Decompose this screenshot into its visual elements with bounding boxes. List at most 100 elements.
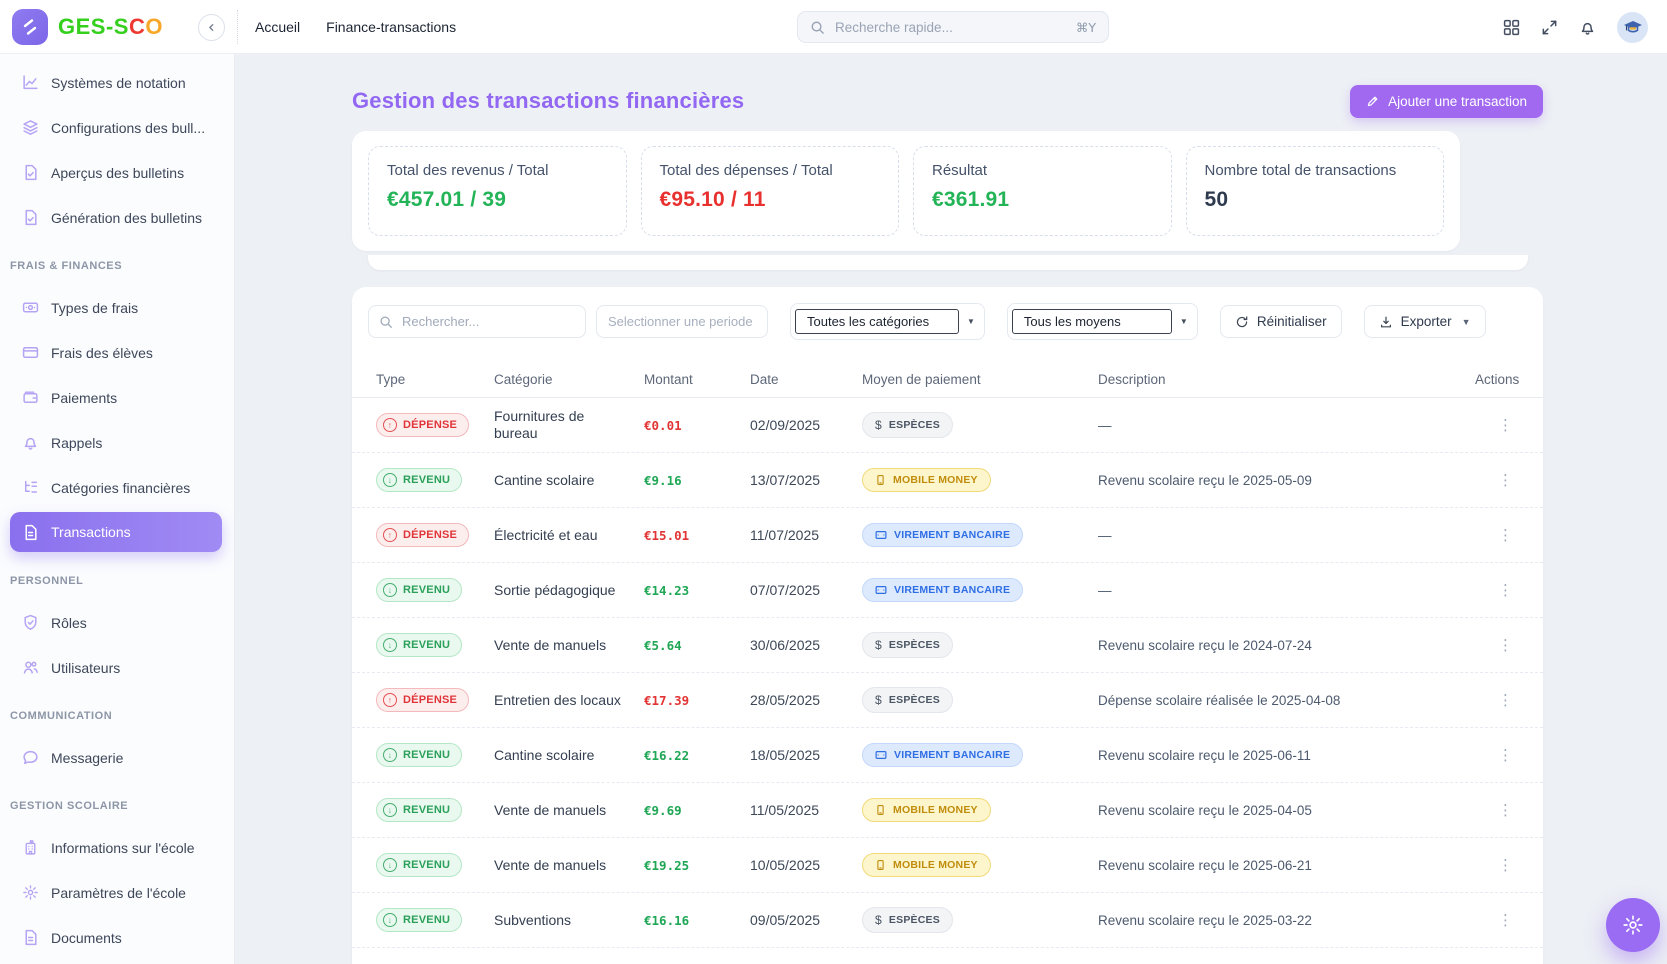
add-transaction-button[interactable]: Ajouter une transaction bbox=[1350, 85, 1543, 118]
notifications-button[interactable] bbox=[1579, 19, 1596, 36]
sidebar-item-generation-des-bulletins[interactable]: Génération des bulletins bbox=[0, 195, 234, 240]
table-search[interactable] bbox=[368, 305, 586, 338]
actions-cell: ⋮ bbox=[1475, 911, 1519, 930]
file-text-icon bbox=[22, 929, 39, 946]
sidebar-item-informations-ecole[interactable]: Informations sur l'école bbox=[0, 825, 234, 870]
actions-cell: ⋮ bbox=[1475, 856, 1519, 875]
period-input[interactable] bbox=[596, 305, 768, 338]
stat-card-resultat: Résultat €361.91 bbox=[913, 146, 1172, 236]
column-moyen: Moyen de paiement bbox=[862, 372, 1098, 387]
sidebar-item-messagerie[interactable]: Messagerie bbox=[0, 735, 234, 780]
sidebar-item-rappels[interactable]: Rappels bbox=[0, 420, 234, 465]
sidebar-collapse-button[interactable] bbox=[198, 14, 225, 41]
sidebar-item-systemes-de-notation[interactable]: Systèmes de notation bbox=[0, 60, 234, 105]
description-cell: Dépense scolaire réalisée le 2025-04-08 bbox=[1098, 693, 1475, 708]
type-arrow-icon: ↑↓ bbox=[383, 418, 397, 432]
amount-cell: €9.69 bbox=[644, 803, 750, 818]
search-icon bbox=[810, 20, 825, 35]
actions-cell: ⋮ bbox=[1475, 471, 1519, 490]
stat-card-depenses: Total des dépenses / Total €95.10 / 11 bbox=[641, 146, 900, 236]
type-arrow-icon: ↑↓ bbox=[383, 913, 397, 927]
bank-card-icon bbox=[875, 749, 887, 761]
sidebar-item-documents[interactable]: Documents bbox=[0, 915, 234, 960]
date-cell: 11/05/2025 bbox=[750, 802, 862, 818]
sidebar-item-utilisateurs[interactable]: Utilisateurs bbox=[0, 645, 234, 690]
sidebar-item-types-de-frais[interactable]: Types de frais bbox=[0, 285, 234, 330]
sidebar-item-transactions[interactable]: Transactions bbox=[10, 512, 222, 552]
date-cell: 09/05/2025 bbox=[750, 912, 862, 928]
list-tree-icon bbox=[22, 479, 39, 496]
reset-filters-button[interactable]: Réinitialiser bbox=[1220, 305, 1342, 338]
global-search[interactable]: ⌘Y bbox=[797, 11, 1109, 43]
table-row: ↑↓ REVENU Cantine scolaire €16.22 18/05/… bbox=[352, 728, 1543, 783]
export-button[interactable]: Exporter ▼ bbox=[1364, 305, 1486, 338]
column-categorie: Catégorie bbox=[494, 372, 644, 387]
table-search-input[interactable] bbox=[400, 313, 575, 330]
amount-cell: €19.25 bbox=[644, 858, 750, 873]
payment-badge: $ VIREMENT BANCAIRE bbox=[862, 523, 1023, 547]
category-cell: Entretien des locaux bbox=[494, 692, 644, 709]
settings-fab[interactable] bbox=[1606, 898, 1660, 952]
row-actions-button[interactable]: ⋮ bbox=[1492, 416, 1519, 435]
sidebar-item-roles[interactable]: Rôles bbox=[0, 600, 234, 645]
layers-icon bbox=[22, 119, 39, 136]
type-badge: ↑↓ DÉPENSE bbox=[376, 413, 469, 437]
sidebar-item-paiements[interactable]: Paiements bbox=[0, 375, 234, 420]
payment-cell: $ ESPÈCES bbox=[862, 412, 1098, 438]
row-actions-button[interactable]: ⋮ bbox=[1492, 581, 1519, 600]
apps-grid-button[interactable] bbox=[1503, 19, 1520, 36]
date-cell: 28/05/2025 bbox=[750, 692, 862, 708]
sidebar-item-configurations-des-bulletins[interactable]: Configurations des bull... bbox=[0, 105, 234, 150]
column-date: Date bbox=[750, 372, 862, 387]
app-logo[interactable]: GES-SCO bbox=[12, 9, 163, 45]
gear-icon bbox=[22, 884, 39, 901]
row-actions-button[interactable]: ⋮ bbox=[1492, 911, 1519, 930]
chevron-down-icon: ▼ bbox=[1462, 317, 1471, 327]
nav-finance-transactions[interactable]: Finance-transactions bbox=[326, 19, 456, 35]
payment-cell: $ VIREMENT BANCAIRE bbox=[862, 578, 1098, 602]
category-filter[interactable]: Toutes les catégories ▼ bbox=[790, 303, 985, 340]
chat-bubble-icon bbox=[22, 749, 39, 766]
page-title: Gestion des transactions financières bbox=[352, 88, 744, 114]
payment-badge: $ MOBILE MONEY bbox=[862, 468, 991, 492]
category-cell: Cantine scolaire bbox=[494, 747, 644, 764]
description-cell: — bbox=[1098, 418, 1475, 433]
type-cell: ↑↓ DÉPENSE bbox=[376, 413, 494, 437]
sidebar-item-parametres-ecole[interactable]: Paramètres de l'école bbox=[0, 870, 234, 915]
shield-check-icon bbox=[22, 614, 39, 631]
user-avatar[interactable] bbox=[1617, 12, 1648, 43]
payment-cell: $ ESPÈCES bbox=[862, 907, 1098, 933]
app-header: GES-SCO Accueil Finance-transactions ⌘Y bbox=[0, 0, 1667, 54]
search-input[interactable] bbox=[833, 19, 1068, 36]
column-montant: Montant bbox=[644, 372, 750, 387]
row-actions-button[interactable]: ⋮ bbox=[1492, 746, 1519, 765]
stat-value-resultat: €361.91 bbox=[932, 188, 1153, 212]
fullscreen-button[interactable] bbox=[1541, 19, 1558, 36]
row-actions-button[interactable]: ⋮ bbox=[1492, 856, 1519, 875]
chevron-down-icon: ▼ bbox=[1180, 317, 1188, 326]
header-divider bbox=[237, 10, 238, 44]
row-actions-button[interactable]: ⋮ bbox=[1492, 691, 1519, 710]
category-select[interactable]: Toutes les catégories bbox=[795, 309, 959, 334]
sidebar-item-frais-des-eleves[interactable]: Frais des élèves bbox=[0, 330, 234, 375]
type-cell: ↑↓ REVENU bbox=[376, 633, 494, 657]
nav-accueil[interactable]: Accueil bbox=[255, 19, 300, 35]
stat-value-depenses: €95.10 / 11 bbox=[660, 188, 881, 212]
refresh-icon bbox=[1235, 315, 1249, 329]
type-badge: ↑↓ REVENU bbox=[376, 743, 462, 767]
category-cell: Sortie pédagogique bbox=[494, 582, 644, 599]
payment-means-filter[interactable]: Tous les moyens ▼ bbox=[1007, 303, 1198, 340]
amount-cell: €15.01 bbox=[644, 528, 750, 543]
sidebar-item-apercus-des-bulletins[interactable]: Aperçus des bulletins bbox=[0, 150, 234, 195]
row-actions-button[interactable]: ⋮ bbox=[1492, 471, 1519, 490]
row-actions-button[interactable]: ⋮ bbox=[1492, 636, 1519, 655]
row-actions-button[interactable]: ⋮ bbox=[1492, 526, 1519, 545]
table-row: ↑↓ REVENU Subventions €16.16 09/05/2025 … bbox=[352, 893, 1543, 948]
row-actions-button[interactable]: ⋮ bbox=[1492, 801, 1519, 820]
type-arrow-icon: ↑↓ bbox=[383, 638, 397, 652]
category-cell: Subventions bbox=[494, 912, 644, 929]
means-select[interactable]: Tous les moyens bbox=[1012, 309, 1172, 334]
sidebar-item-categories-financieres[interactable]: Catégories financières bbox=[0, 465, 234, 510]
table-row: ↑↓ DÉPENSE Entretien des locaux €17.39 2… bbox=[352, 673, 1543, 728]
bank-card-icon bbox=[875, 584, 887, 596]
